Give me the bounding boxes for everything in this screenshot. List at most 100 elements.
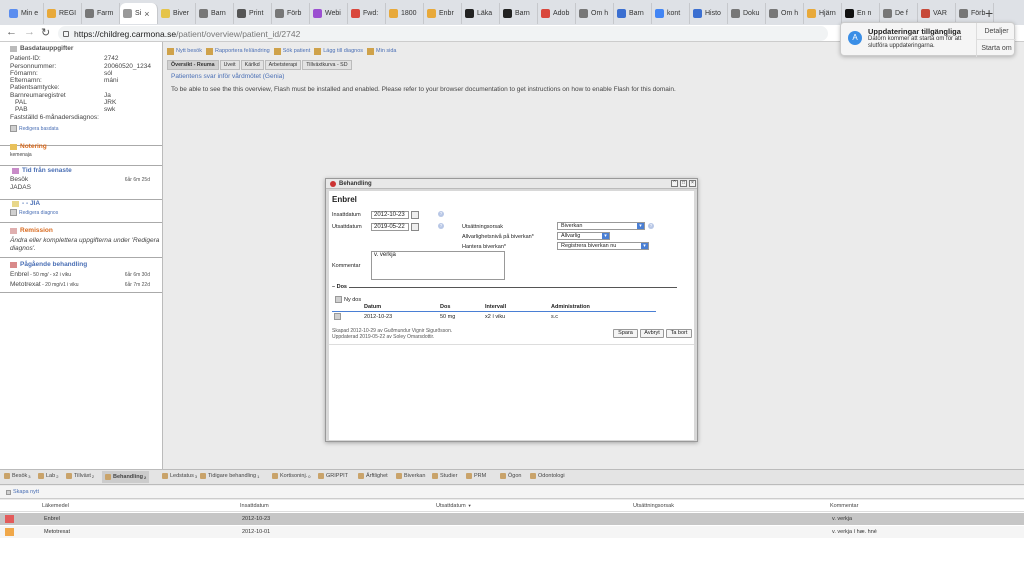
- bottom-tab[interactable]: PRM: [466, 473, 487, 479]
- minimize-icon[interactable]: ^: [671, 180, 678, 187]
- close-icon[interactable]: ×: [689, 180, 696, 187]
- browser-tab[interactable]: Barn: [196, 3, 234, 24]
- browser-tab[interactable]: REGI: [44, 3, 82, 24]
- browser-tab[interactable]: Hjärn: [804, 3, 842, 24]
- restart-button[interactable]: Starta om: [976, 40, 1016, 57]
- kommentar-textarea[interactable]: v. verkja: [371, 251, 505, 280]
- subtab[interactable]: Uveit: [219, 60, 240, 70]
- bottom-tab[interactable]: Kortisoninj. 0: [272, 473, 310, 479]
- action-item[interactable]: Sök patient: [273, 47, 310, 55]
- bottom-tab[interactable]: GRIPPIT: [318, 473, 349, 479]
- page-subtitle[interactable]: Patientens svar inför vårdmötet (Genia): [171, 73, 284, 80]
- dos-title[interactable]: – Dos: [332, 284, 349, 290]
- allvar-select[interactable]: Allvarlig ▾: [557, 232, 610, 240]
- bottom-tab[interactable]: Behandling 2: [102, 471, 150, 483]
- browser-tab[interactable]: En n: [842, 3, 880, 24]
- subtab[interactable]: Arbetsterapi: [264, 60, 302, 70]
- bottom-tab[interactable]: Ärftlighet: [358, 473, 389, 479]
- help-icon[interactable]: ?: [438, 211, 444, 217]
- calendar-icon[interactable]: [411, 223, 419, 231]
- edit-dose-icon[interactable]: [334, 313, 341, 320]
- bottom-tab[interactable]: Lab 2: [38, 473, 58, 479]
- browser-tab[interactable]: Enbr: [424, 3, 462, 24]
- utsatt-date-input[interactable]: 2019-05-22: [371, 223, 409, 231]
- hantera-select[interactable]: Registrera biverkan nu ▾: [557, 242, 649, 250]
- calendar-icon[interactable]: [411, 211, 419, 219]
- browser-tab[interactable]: Si ×: [120, 3, 158, 24]
- browser-tab[interactable]: Barn: [614, 3, 652, 24]
- edit-basdata-link[interactable]: Redigera basdata: [10, 125, 58, 132]
- notering-title[interactable]: Notering: [10, 143, 47, 150]
- bottom-tab[interactable]: Ögon: [500, 473, 522, 479]
- help-icon[interactable]: ?: [438, 223, 444, 229]
- new-tab-button[interactable]: +: [985, 5, 993, 21]
- action-item[interactable]: Nytt besök: [167, 47, 202, 55]
- ongoing-treatment[interactable]: Metotrexat - 20 mg/v1 i viku: [10, 281, 79, 288]
- bottom-tab[interactable]: Tillväxt 2: [66, 473, 94, 479]
- browser-tab[interactable]: Om h: [576, 3, 614, 24]
- dialog-titlebar[interactable]: Behandling ^ □ ×: [326, 179, 697, 189]
- action-label: Min sida: [376, 48, 397, 54]
- table-row[interactable]: Enbrel 2012-10-23 v. verkja: [0, 513, 1024, 525]
- grid-column-header[interactable]: Läkemedel: [42, 503, 69, 509]
- browser-tab[interactable]: Fwd:: [348, 3, 386, 24]
- browser-tab[interactable]: Läka: [462, 3, 500, 24]
- grid-column-header[interactable]: Kommentar: [830, 503, 858, 509]
- grid-column-header[interactable]: Utsattdatum ▼: [436, 503, 472, 509]
- browser-tab[interactable]: Barn: [500, 3, 538, 24]
- create-new-button[interactable]: Skapa nytt: [6, 489, 39, 495]
- browser-tab[interactable]: Om h: [766, 3, 804, 24]
- edit-diagnos-link[interactable]: Redigera diagnos: [10, 209, 58, 216]
- bottom-tab[interactable]: Tidigare behandling 1: [200, 473, 259, 479]
- tid-title[interactable]: Tid från senaste: [12, 167, 72, 174]
- subtab[interactable]: Kärlkd: [240, 60, 264, 70]
- bottom-tab-count: 2: [91, 473, 95, 479]
- ongoing-treatment[interactable]: Enbrel - 50 mg/ - x2 i viku: [10, 271, 71, 278]
- subtab[interactable]: Tillväxtkurva - SD: [302, 60, 352, 70]
- action-icon: [314, 47, 322, 55]
- bottom-tab[interactable]: Studier: [432, 473, 458, 479]
- forward-arrow-icon[interactable]: →: [24, 26, 35, 38]
- delete-button[interactable]: Ta bort: [666, 329, 692, 338]
- close-tab-icon[interactable]: ×: [144, 9, 149, 19]
- browser-tab[interactable]: Förb: [272, 3, 310, 24]
- reload-icon[interactable]: ↻: [41, 26, 50, 39]
- maximize-icon[interactable]: □: [680, 180, 687, 187]
- browser-tab[interactable]: Adob: [538, 3, 576, 24]
- table-row[interactable]: Metotrexat 2012-10-01 v. verkja í hæ. hné: [0, 526, 1024, 538]
- bottom-tab[interactable]: Biverkan: [396, 473, 426, 479]
- bottom-tab[interactable]: Besök 3: [4, 473, 31, 479]
- new-dose-link[interactable]: Ny dos: [335, 296, 361, 303]
- bottom-tab[interactable]: Ledstatus 3: [162, 473, 197, 479]
- browser-tab[interactable]: Histo: [690, 3, 728, 24]
- address-bar[interactable]: https://childreg.carmona.se/patient/over…: [58, 26, 828, 41]
- insatt-date-input[interactable]: 2012-10-23: [371, 211, 409, 219]
- help-icon[interactable]: ?: [648, 223, 654, 229]
- back-arrow-icon[interactable]: ←: [6, 26, 17, 38]
- bottom-tab[interactable]: Odontologi: [530, 473, 566, 479]
- browser-tab[interactable]: Biver: [158, 3, 196, 24]
- grid-column-header[interactable]: Utsättningsorsak: [633, 503, 674, 509]
- pagaende-title[interactable]: Pågående behandling: [10, 261, 87, 268]
- action-item[interactable]: Lägg till diagnos: [314, 47, 363, 55]
- browser-tab[interactable]: De f: [880, 3, 918, 24]
- browser-tab[interactable]: VAR: [918, 3, 956, 24]
- browser-tab[interactable]: Print: [234, 3, 272, 24]
- action-item[interactable]: Min sida: [367, 47, 397, 55]
- browser-tab[interactable]: 1800: [386, 3, 424, 24]
- cancel-button[interactable]: Avbryt: [640, 329, 664, 338]
- browser-tab[interactable]: Min e: [6, 3, 44, 24]
- subtab[interactable]: Översikt - Reuma: [167, 60, 219, 70]
- tab-icon: [358, 473, 364, 479]
- browser-tab[interactable]: Farm: [82, 3, 120, 24]
- save-button[interactable]: Spara: [613, 329, 638, 338]
- jia-title[interactable]: - - JIA: [12, 200, 40, 207]
- orsak-select[interactable]: Biverkan ▾: [557, 222, 645, 230]
- grid-column-header[interactable]: Insattdatum: [240, 503, 269, 509]
- browser-tab[interactable]: kont: [652, 3, 690, 24]
- browser-tab[interactable]: Doku: [728, 3, 766, 24]
- remission-title[interactable]: Remission: [10, 227, 53, 234]
- action-item[interactable]: Rapportera fel/ändring: [205, 47, 270, 55]
- browser-tab[interactable]: Webi: [310, 3, 348, 24]
- details-button[interactable]: Detaljer: [976, 23, 1016, 40]
